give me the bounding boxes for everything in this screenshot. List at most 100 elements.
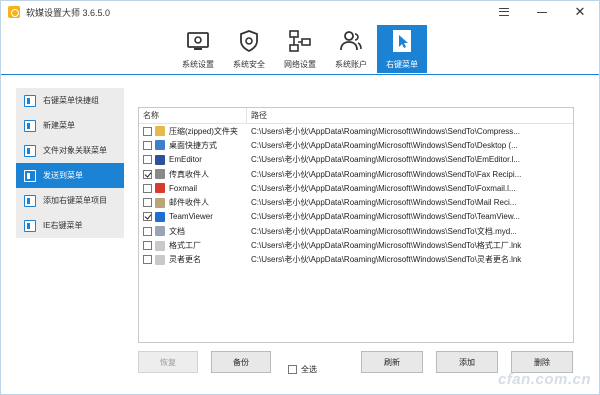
row-checkbox[interactable] [143,155,152,165]
table-row[interactable]: Foxmail C:\Users\老小伙\AppData\Roaming\Micr… [139,181,573,195]
zip-folder-icon [155,126,165,137]
hamburger-icon [499,8,509,16]
name-cell: 传真收件人 [139,169,247,180]
close-button[interactable]: ✕ [561,1,599,23]
row-checkbox[interactable] [143,169,152,179]
sidebar-item-label: IE右键菜单 [43,221,83,230]
tab-label: 系统设置 [182,60,214,69]
row-checkbox[interactable] [143,183,152,193]
table-row[interactable]: 灵者更名 C:\Users\老小伙\AppData\Roaming\Microso… [139,253,573,267]
emeditor-icon [155,154,165,165]
row-path: C:\Users\老小伙\AppData\Roaming\Microsoft\W… [251,183,516,193]
backup-button[interactable]: 备份 [211,351,271,373]
table-row[interactable]: 文档 C:\Users\老小伙\AppData\Roaming\Microsoft… [139,224,573,238]
refresh-button[interactable]: 刷新 [361,351,423,373]
tab-network-settings[interactable]: 网络设置 [275,25,325,73]
row-name: 邮件收件人 [169,198,209,208]
name-cell: 邮件收件人 [139,197,247,208]
tab-label: 系统安全 [233,60,265,69]
table-row[interactable]: TeamViewer C:\Users\老小伙\AppData\Roaming\M… [139,210,573,224]
sidebar-item-label: 添加右键菜单项目 [43,196,107,205]
name-cell: 桌面快捷方式 [139,140,247,151]
row-path: C:\Users\老小伙\AppData\Roaming\Microsoft\W… [251,140,518,150]
select-all-checkbox[interactable] [288,365,297,374]
row-path: C:\Users\老小伙\AppData\Roaming\Microsoft\W… [251,126,520,136]
network-icon [288,29,312,53]
row-checkbox[interactable] [143,255,152,265]
column-header-name[interactable]: 名称 [139,108,247,124]
menu-item-icon [24,94,36,107]
name-cell: 格式工厂 [139,240,247,251]
row-name: 压缩(zipped)文件夹 [169,126,238,136]
sidebar-item-label: 右键菜单快捷组 [43,96,99,105]
tab-label: 右键菜单 [386,60,418,69]
sidebar-item-file-association[interactable]: 文件对象关联菜单 [16,138,124,163]
restore-button[interactable]: 恢复 [138,351,198,373]
row-path: C:\Users\老小伙\AppData\Roaming\Microsoft\W… [251,169,522,179]
documents-icon [155,226,165,237]
row-path: C:\Users\老小伙\AppData\Roaming\Microsoft\W… [251,226,517,236]
menu-button[interactable] [485,1,523,23]
shield-gear-icon [237,29,261,53]
row-name: 桌面快捷方式 [169,140,217,150]
column-header-path[interactable]: 路径 [247,108,573,124]
sidebar-item-new-menu[interactable]: 新建菜单 [16,113,124,138]
menu-item-icon [24,119,36,132]
row-checkbox[interactable] [143,212,152,222]
sidebar-item-label: 新建菜单 [43,121,75,130]
row-checkbox[interactable] [143,198,152,208]
add-button[interactable]: 添加 [436,351,498,373]
menu-item-icon [24,194,36,207]
format-factory-icon [155,240,165,251]
row-checkbox[interactable] [143,241,152,251]
table-row[interactable]: 传真收件人 C:\Users\老小伙\AppData\Roaming\Micros… [139,167,573,181]
row-checkbox[interactable] [143,140,152,150]
row-name: 文档 [169,226,185,236]
name-cell: TeamViewer [139,211,247,222]
sidebar-item-send-to[interactable]: 发送到菜单 [16,163,124,188]
tab-system-settings[interactable]: 系统设置 [173,25,223,73]
table-row[interactable]: 格式工厂 C:\Users\老小伙\AppData\Roaming\Microso… [139,238,573,252]
tab-context-menu[interactable]: 右键菜单 [377,25,427,73]
minimize-icon [537,11,547,13]
row-name: Foxmail [169,183,198,193]
table-row[interactable]: 桌面快捷方式 C:\Users\老小伙\AppData\Roaming\Micro… [139,138,573,152]
row-path: C:\Users\老小伙\AppData\Roaming\Microsoft\W… [251,241,522,251]
row-name: TeamViewer [169,212,213,222]
table-row[interactable]: EmEditor C:\Users\老小伙\AppData\Roaming\Mic… [139,153,573,167]
row-checkbox[interactable] [143,126,152,136]
table-header: 名称 路径 [139,108,573,124]
teamviewer-icon [155,211,165,222]
tab-system-security[interactable]: 系统安全 [224,25,274,73]
sidebar-item-quick-group[interactable]: 右键菜单快捷组 [16,88,124,113]
delete-button[interactable]: 删除 [511,351,573,373]
watermark-logo: cfan.com.cn [497,371,591,388]
name-cell: EmEditor [139,154,247,165]
tab-system-accounts[interactable]: 系统账户 [326,25,376,73]
minimize-button[interactable] [523,1,561,23]
name-cell: Foxmail [139,183,247,194]
tab-bar-divider [1,74,599,75]
settings-window-icon [186,29,210,53]
foxmail-icon [155,183,165,194]
select-all-control[interactable]: 全选 [288,364,317,375]
cursor-icon [390,29,414,53]
name-cell: 灵者更名 [139,254,247,265]
row-name: 传真收件人 [169,169,209,179]
tab-label: 系统账户 [335,60,367,69]
sidebar-item-add-menu-item[interactable]: 添加右键菜单项目 [16,188,124,213]
select-all-label: 全选 [301,365,317,374]
row-name: 格式工厂 [169,241,201,251]
rename-tool-icon [155,254,165,265]
sidebar-item-ie-menu[interactable]: IE右键菜单 [16,213,124,238]
app-window: 软媒设置大师 3.6.5.0 ✕ 系统设置 系统安全 网络设置 系统账户 右键菜… [0,0,600,395]
window-controls: ✕ [485,1,599,23]
name-cell: 压缩(zipped)文件夹 [139,126,247,137]
title-bar: 软媒设置大师 3.6.5.0 ✕ [1,1,599,23]
menu-item-icon [24,144,36,157]
row-checkbox[interactable] [143,226,152,236]
table-row[interactable]: 压缩(zipped)文件夹 C:\Users\老小伙\AppData\Roamin… [139,124,573,138]
table-row[interactable]: 邮件收件人 C:\Users\老小伙\AppData\Roaming\Micros… [139,195,573,209]
row-path: C:\Users\老小伙\AppData\Roaming\Microsoft\W… [251,155,520,165]
menu-item-icon [24,169,36,182]
